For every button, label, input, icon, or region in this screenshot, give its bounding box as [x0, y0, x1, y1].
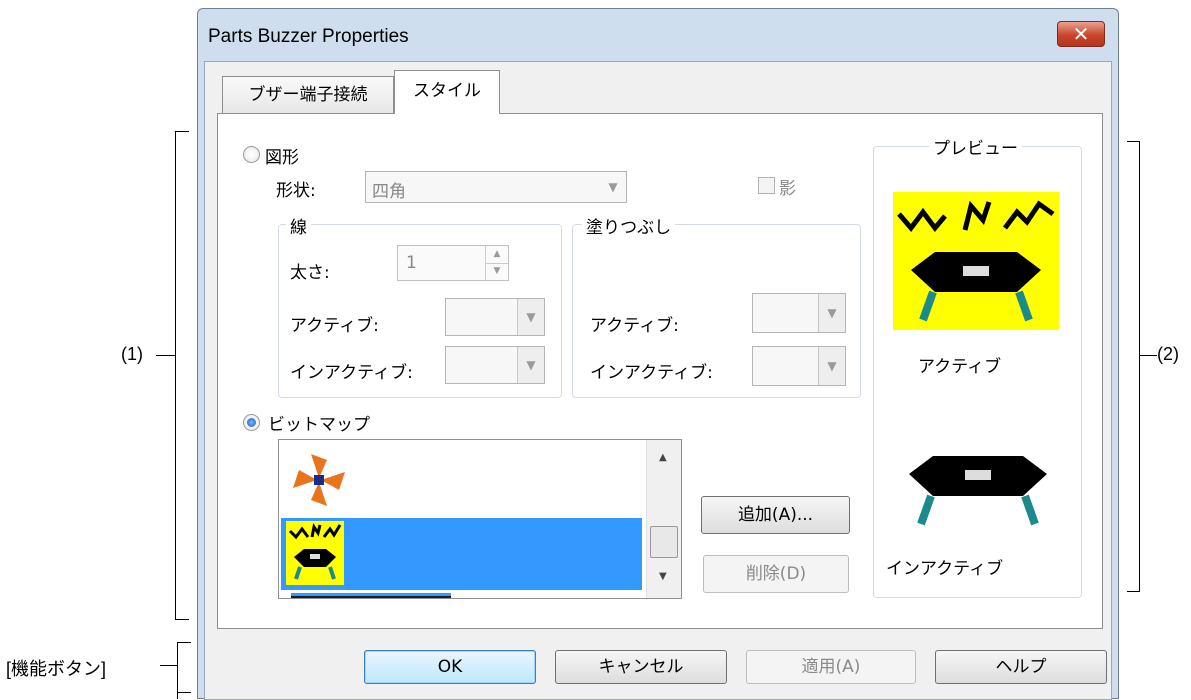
cancel-button[interactable]: キャンセル [555, 650, 727, 684]
annotation-line-3 [160, 665, 178, 666]
bitmap-list[interactable]: ▲ ▼ [278, 439, 682, 599]
chevron-down-icon: ▼ [517, 347, 544, 383]
chevron-down-icon: ▼ [517, 299, 544, 335]
shape-radio[interactable] [243, 146, 260, 163]
spinner-down-icon[interactable]: ▼ [485, 263, 508, 280]
annotation-bracket-3 [177, 642, 191, 699]
form-select[interactable]: 四角 ▼ [365, 171, 627, 203]
list-item[interactable] [279, 440, 647, 514]
buzzer-active-preview-image [893, 192, 1059, 330]
buzzer-active-bitmap-icon [286, 521, 344, 585]
fill-active-label: アクティブ: [590, 316, 679, 336]
line-group-label: 線 [286, 213, 311, 238]
line-inactive-label: インアクティブ: [290, 363, 413, 383]
tab-style[interactable]: スタイル [394, 70, 500, 114]
chevron-down-icon: ▼ [608, 180, 618, 194]
add-bitmap-button[interactable]: 追加(A)... [701, 496, 850, 534]
preview-group-label: プレビュー [929, 134, 1022, 159]
list-scrollbar[interactable]: ▲ ▼ [646, 440, 681, 598]
fan-bitmap-icon [293, 454, 345, 506]
thickness-spinner[interactable]: 1 ▲ ▼ [397, 245, 509, 281]
annotation-line-1 [156, 355, 176, 356]
annotation-line-2 [1139, 355, 1157, 356]
delete-bitmap-button[interactable]: 削除(D) [703, 555, 849, 593]
fill-active-color-select[interactable]: ▼ [752, 293, 846, 333]
bitmap-radio[interactable] [243, 414, 260, 431]
thickness-label: 太さ: [290, 263, 330, 283]
tab-buzzer-terminal[interactable]: ブザー端子接続 [222, 76, 394, 114]
window-title: Parts Buzzer Properties [208, 26, 409, 47]
ok-button[interactable]: OK [364, 650, 536, 684]
annotation-section-2: (2) [1157, 344, 1179, 364]
form-label: 形状: [276, 181, 316, 201]
scroll-thumb[interactable] [650, 526, 678, 558]
buzzer-inactive-preview-image [909, 456, 1047, 526]
fill-group-label: 塗りつぶし [582, 213, 676, 238]
annotation-bracket-2 [1127, 141, 1140, 592]
list-item[interactable] [291, 593, 451, 598]
fill-inactive-color-select[interactable]: ▼ [752, 346, 846, 386]
line-inactive-color-select[interactable]: ▼ [445, 346, 545, 384]
shape-radio-label: 図形 [265, 148, 299, 168]
scroll-down-icon[interactable]: ▼ [659, 571, 667, 582]
annotation-section-1: (1) [121, 344, 143, 364]
chevron-down-icon: ▼ [818, 347, 845, 385]
line-active-color-select[interactable]: ▼ [445, 298, 545, 336]
form-select-value: 四角 [372, 182, 406, 202]
help-button[interactable]: ヘルプ [935, 650, 1107, 684]
spinner-up-icon[interactable]: ▲ [485, 246, 508, 264]
shadow-checkbox[interactable] [758, 177, 775, 194]
chevron-down-icon: ▼ [818, 294, 845, 332]
fill-inactive-label: インアクティブ: [590, 363, 713, 383]
annotation-bracket-3-bottom [177, 692, 191, 693]
close-button[interactable]: ✕ [1057, 21, 1105, 47]
title-bar[interactable]: Parts Buzzer Properties ✕ [198, 9, 1118, 61]
shadow-label: 影 [779, 179, 796, 199]
thickness-value: 1 [406, 253, 417, 273]
apply-button[interactable]: 適用(A) [746, 650, 916, 684]
scroll-up-icon[interactable]: ▲ [659, 452, 667, 463]
bitmap-radio-label: ビットマップ [268, 415, 370, 435]
preview-active-label: アクティブ [918, 357, 1002, 377]
list-item-selected[interactable] [281, 518, 642, 590]
annotation-function-buttons: [機能ボタン] [6, 659, 107, 679]
annotation-bracket-1 [175, 131, 189, 620]
line-active-label: アクティブ: [290, 316, 379, 336]
preview-inactive-label: インアクティブ [886, 559, 1004, 579]
